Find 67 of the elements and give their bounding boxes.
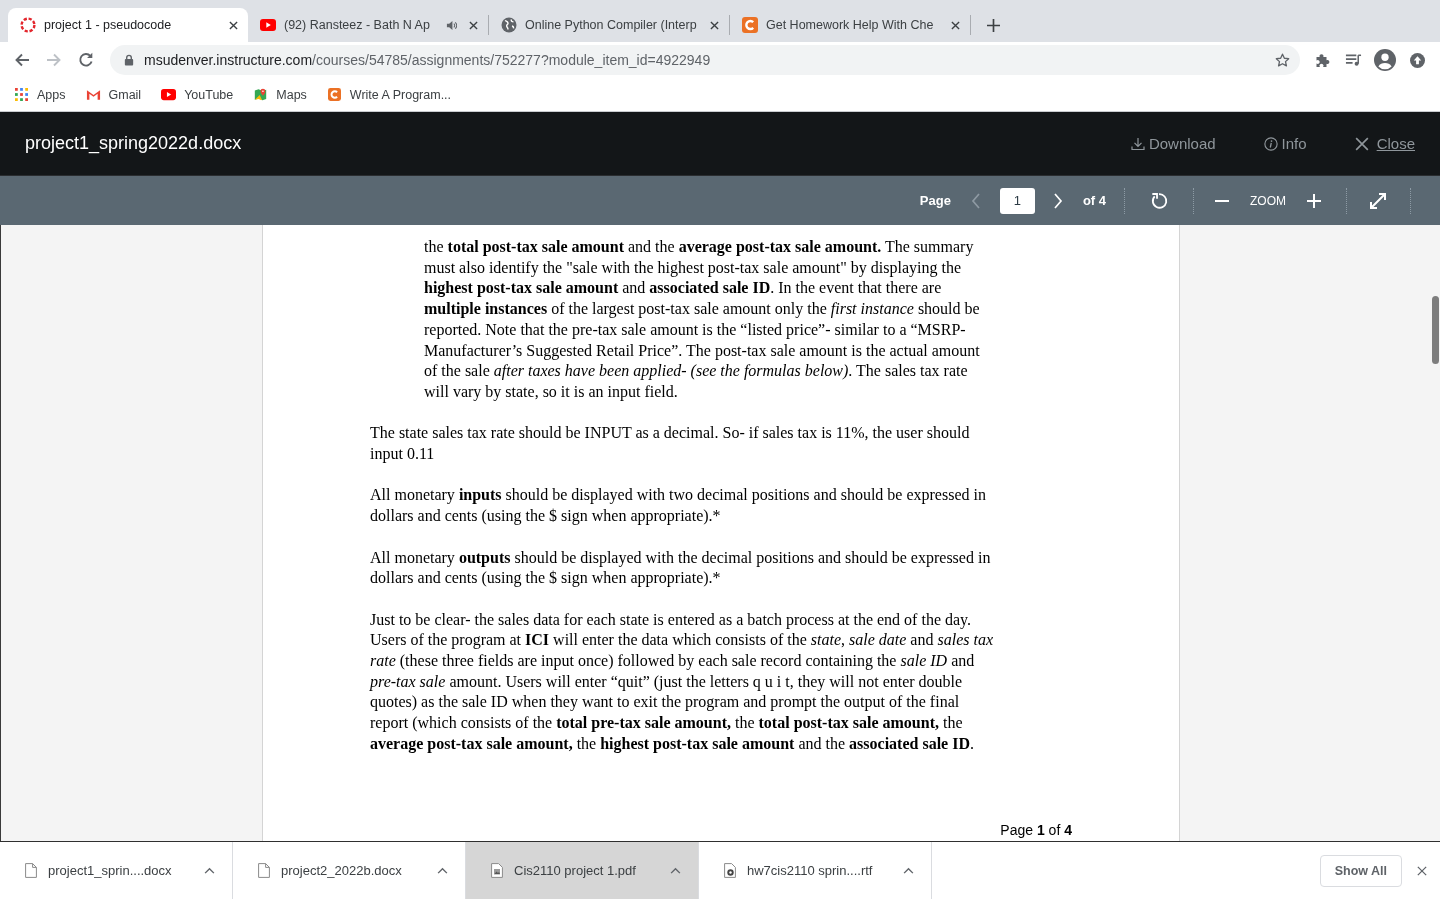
paragraph: The state sales tax rate should be INPUT as a decimal. So- if sales tax is 11%, the user should input 0.11	[370, 423, 970, 465]
dotted-ring-icon	[20, 17, 36, 33]
scrollbar-thumb[interactable]	[1431, 296, 1439, 364]
bookmark[interactable]: Write A Program...	[326, 87, 452, 102]
download-button[interactable]: Download	[1130, 135, 1216, 152]
bookmark[interactable]: Apps	[14, 87, 66, 102]
show-all-button[interactable]: Show All	[1319, 854, 1402, 887]
info-button[interactable]: Info	[1263, 135, 1307, 152]
star-icon[interactable]	[1275, 52, 1290, 68]
file-badge-icon	[724, 863, 736, 878]
page-total: of 4	[1082, 193, 1106, 208]
download-icon	[1130, 136, 1145, 151]
close-icon[interactable]	[951, 20, 960, 30]
rotate-icon[interactable]	[1150, 191, 1168, 210]
close-icon[interactable]	[229, 20, 238, 30]
download-item[interactable]: project1_sprin....docx	[0, 842, 233, 899]
paragraph: Just to be clear- the sales data for each state is entered as a batch process at the end of the day. Users of the program at ICI will enter the data which consists of the state, sale date and sales tax rate (these three fields are input once) followed by each sale record containing the sale ID and pre-tax sale amount. Users will enter “quit” (just the letters q u i t, they will not enter double quotes) as the sale ID when they want to exit the program and prompt the output of the final report (which consists of the total pre-tax sale amount, the total post-tax sale amount, the average post-tax sale amount, the highest post-tax sale amount and the associated sale ID.	[370, 609, 993, 755]
bookmark[interactable]: Gmail	[85, 87, 142, 102]
caret-up-icon[interactable]	[670, 867, 681, 874]
browser-tab[interactable]: Online Python Compiler (Interp	[489, 8, 729, 42]
browser-tab[interactable]: project 1 - pseudocode	[8, 8, 248, 42]
page-label: Page	[919, 193, 951, 208]
globe-icon	[501, 17, 517, 33]
chevron-right-icon[interactable]	[1052, 192, 1063, 209]
zoom-label: ZOOM	[1250, 193, 1286, 208]
download-item[interactable]: hw7cis2110 sprin....rtf	[699, 842, 932, 899]
plus-icon[interactable]	[987, 19, 1000, 32]
map-pin-icon	[253, 88, 269, 101]
envelope-m-icon	[85, 88, 101, 101]
bookmark[interactable]: YouTube	[161, 87, 234, 102]
lock-icon	[124, 54, 134, 66]
caret-up-icon[interactable]	[204, 867, 215, 874]
bookmark[interactable]: Maps	[253, 87, 307, 102]
caret-up-icon[interactable]	[437, 867, 448, 874]
close-icon[interactable]	[469, 20, 478, 30]
puzzle-piece-icon[interactable]	[1314, 52, 1331, 68]
upload-circle-icon[interactable]	[1410, 52, 1425, 68]
avatar-icon[interactable]	[1374, 49, 1396, 71]
play-icon	[161, 88, 177, 101]
close-icon	[1354, 136, 1369, 151]
file-icon	[258, 863, 270, 878]
browser-tab[interactable]: Get Homework Help With Che	[730, 8, 970, 42]
playlist-icon[interactable]	[1345, 52, 1362, 68]
page-footer: Page 1 of 4	[1000, 822, 1072, 838]
play-icon	[260, 17, 276, 33]
c-logo-icon	[326, 88, 342, 101]
close-button[interactable]: Close	[1354, 135, 1415, 152]
expand-icon[interactable]	[1369, 191, 1387, 210]
info-icon	[1263, 136, 1278, 151]
close-icon[interactable]	[710, 20, 719, 30]
speaker-icon[interactable]	[446, 19, 457, 31]
download-item[interactable]: Cis2110 project 1.pdf	[466, 842, 699, 899]
file-icon	[25, 863, 37, 878]
apps-grid-icon	[14, 88, 29, 101]
back-arrow-icon[interactable]	[14, 52, 30, 68]
image-file-icon	[491, 863, 503, 878]
close-icon[interactable]	[1417, 865, 1427, 876]
page-number-field[interactable]: 1	[999, 187, 1035, 214]
paragraph: All monetary inputs should be displayed with two decimal positions and should be expressed in dollars and cents (using the $ sign when appropriate).*	[370, 485, 986, 527]
c-logo-icon	[742, 17, 758, 33]
paragraph: All monetary outputs should be displayed with the decimal positions and should be expressed in dollars and cents (using the $ sign when appropriate).*	[370, 547, 991, 589]
reload-icon[interactable]	[78, 52, 94, 68]
address-bar[interactable]: msudenver.instructure.com/courses/54785/assignments/752277?module_item_id=4922949	[110, 45, 1300, 75]
document-title: project1_spring2022d.docx	[25, 133, 243, 154]
paragraph: the total post-tax sale amount and the average post-tax sale amount. The summary must also identify the "sale with the highest post-tax sale amount" by displaying the highest post-tax sale amount and associated sale ID. In the event that there are multiple instances of the largest post-tax sale amount only the first instance should be reported. Note that the pre-tax sale amount is the “listed price”- similar to a “MSRP- Manufacturer’s Suggested Retail Price”. The post-tax sale amount is the actual amount of the sale after taxes have been applied- (see the formulas below). The sales tax rate will vary by state, so it is an input field.	[424, 237, 980, 403]
browser-tab[interactable]: (92) Ransteez - Bath N Ap	[248, 8, 488, 42]
caret-up-icon[interactable]	[903, 867, 914, 874]
